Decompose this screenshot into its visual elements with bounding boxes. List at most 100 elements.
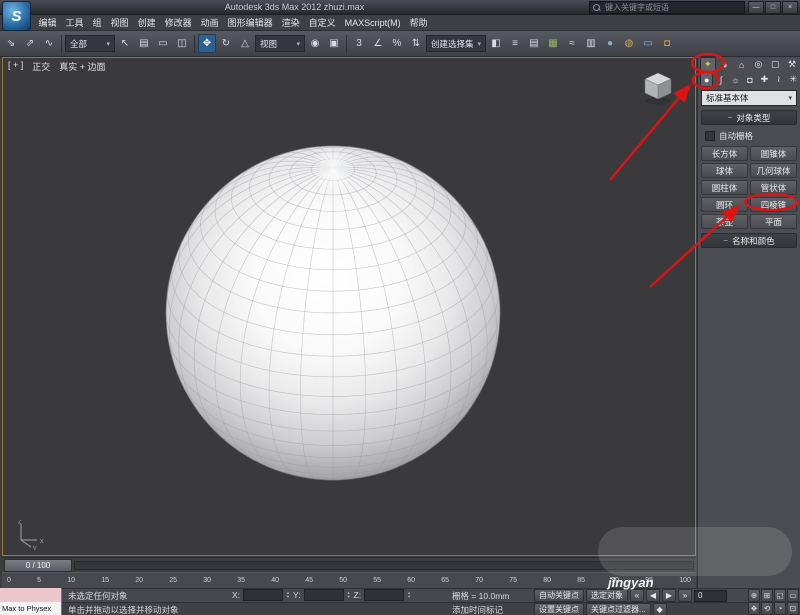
time-slider-track[interactable] [74, 560, 694, 570]
dope-sheet-icon[interactable]: ▥ [582, 34, 600, 53]
maximize-viewport-icon[interactable]: ⊡ [787, 602, 799, 615]
create-tab[interactable]: ✦ [700, 57, 716, 72]
motion-tab[interactable]: ◎ [750, 57, 766, 72]
geosphere-button[interactable]: 几何球体 [750, 163, 797, 178]
app-logo[interactable]: S [2, 1, 31, 31]
select-and-rotate-icon[interactable]: ↻ [217, 34, 235, 53]
layer-manager-icon[interactable]: ▤ [525, 34, 543, 53]
viewport-general-menu[interactable]: [ + ] [8, 60, 23, 73]
named-selection-sets-dropdown[interactable]: 创建选择集 ▾ [426, 35, 487, 52]
select-and-move-icon[interactable]: ✥ [198, 34, 216, 53]
zoom-region-icon[interactable]: ▭ [787, 589, 799, 602]
play-animation-icon[interactable]: ▶ [662, 589, 676, 602]
utilities-tab[interactable]: ⚒ [784, 57, 800, 72]
helpers-category-icon[interactable]: ✚ [758, 72, 771, 87]
menu-item-graph-editors[interactable]: 图形编辑器 [223, 14, 277, 31]
display-tab[interactable]: ▢ [767, 57, 783, 72]
teapot-button[interactable]: 茶壶 [701, 214, 748, 229]
window-crossing-icon[interactable]: ◫ [173, 34, 191, 53]
object-type-rollout[interactable]: − 对象类型 [701, 110, 797, 125]
align-icon[interactable]: ≡ [506, 34, 524, 53]
go-to-end-icon[interactable]: » [678, 589, 692, 602]
maxscript-macro-recorder[interactable] [0, 588, 62, 602]
x-field[interactable] [243, 589, 284, 601]
subcategory-dropdown[interactable]: 标准基本体 ▾ [701, 90, 797, 106]
select-and-scale-icon[interactable]: △ [236, 34, 254, 53]
viewcube[interactable] [639, 68, 679, 108]
close-button[interactable]: × [782, 0, 798, 14]
menu-item-edit[interactable]: 编辑 [34, 14, 61, 31]
z-spinner[interactable]: ▲ ▼ [407, 591, 411, 599]
render-production-icon[interactable]: ◘ [658, 34, 676, 53]
add-time-tag[interactable]: 添加时间标记 [452, 604, 503, 615]
systems-category-icon[interactable]: ✳ [787, 72, 800, 87]
space-warps-category-icon[interactable]: ≀ [772, 72, 785, 87]
key-filters-button[interactable]: 关键点过滤器... [586, 603, 651, 615]
go-to-start-icon[interactable]: « [630, 589, 644, 602]
torus-button[interactable]: 圆环 [701, 197, 748, 212]
hierarchy-tab[interactable]: ⌂ [734, 57, 750, 72]
select-and-link-icon[interactable]: ⇘ [2, 34, 20, 53]
orbit-icon[interactable]: ⟲ [761, 602, 773, 615]
set-key-button[interactable]: 设置关键点 [534, 603, 584, 615]
menu-item-modifiers[interactable]: 修改器 [160, 14, 196, 31]
cone-button[interactable]: 圆锥体 [750, 146, 797, 161]
zoom-icon[interactable]: ⊕ [748, 589, 760, 602]
previous-frame-icon[interactable]: ◀ [646, 589, 660, 602]
menu-item-rendering[interactable]: 渲染 [277, 14, 304, 31]
set-keys-icon[interactable]: ◆ [652, 603, 667, 615]
bind-to-space-warp-icon[interactable]: ∿ [40, 34, 58, 53]
auto-key-button[interactable]: 自动关键点 [534, 589, 584, 602]
viewport-shading-label[interactable]: 真实 + 边面 [59, 60, 105, 73]
angle-snap-icon[interactable]: ∠ [369, 34, 387, 53]
use-pivot-center-icon[interactable]: ◉ [306, 34, 324, 53]
spinner-snap-icon[interactable]: ⇅ [407, 34, 425, 53]
percent-snap-icon[interactable]: % [388, 34, 406, 53]
menu-item-help[interactable]: 帮助 [405, 14, 432, 31]
current-frame-field[interactable]: 0 [694, 589, 727, 602]
graphite-ribbon-icon[interactable]: ▦ [544, 34, 562, 53]
infocenter-search[interactable] [589, 0, 745, 14]
y-field[interactable] [303, 589, 344, 601]
maximize-button[interactable]: □ [765, 0, 781, 14]
menu-item-tools[interactable]: 工具 [61, 14, 88, 31]
viewport-pov-label[interactable]: 正交 [32, 60, 50, 73]
menu-item-maxscript[interactable]: MAXScript(M) [340, 16, 405, 30]
autogrid-checkbox[interactable] [705, 131, 715, 141]
menu-item-animation[interactable]: 动画 [196, 14, 223, 31]
select-and-manipulate-icon[interactable]: ▣ [325, 34, 343, 53]
snaps-toggle-icon[interactable]: 3 [350, 34, 368, 53]
zoom-extents-icon[interactable]: ◱ [774, 589, 786, 602]
render-setup-icon[interactable]: ◍ [620, 34, 638, 53]
box-button[interactable]: 长方体 [701, 146, 748, 161]
sphere-button[interactable]: 球体 [701, 163, 748, 178]
pan-icon[interactable]: ✥ [748, 602, 760, 615]
unlink-selection-icon[interactable]: ⇗ [21, 34, 39, 53]
selected-objects-dropdown[interactable]: 选定对象 [586, 589, 628, 602]
cylinder-button[interactable]: 圆柱体 [701, 180, 748, 195]
shapes-category-icon[interactable]: ∫ [714, 72, 727, 87]
cameras-category-icon[interactable]: ◘ [743, 72, 756, 87]
plane-button[interactable]: 平面 [750, 214, 797, 229]
menu-item-create[interactable]: 创建 [133, 14, 160, 31]
search-input[interactable] [603, 1, 741, 13]
menu-item-customize[interactable]: 自定义 [304, 14, 340, 31]
time-slider-handle[interactable]: 0 / 100 [4, 558, 72, 572]
select-by-name-icon[interactable]: ▤ [135, 34, 153, 53]
lights-category-icon[interactable]: ☼ [729, 72, 742, 87]
field-of-view-icon[interactable]: ◔ [774, 602, 786, 615]
x-spinner[interactable]: ▲ ▼ [286, 591, 290, 599]
rendered-frame-icon[interactable]: ▭ [639, 34, 657, 53]
menu-item-group[interactable]: 组 [88, 14, 106, 31]
reference-coordinate-dropdown[interactable]: 视图 ▾ [255, 35, 305, 52]
mirror-icon[interactable]: ◧ [487, 34, 505, 53]
material-editor-icon[interactable]: ● [601, 34, 619, 53]
geometry-category-icon[interactable]: ● [700, 72, 714, 87]
maxscript-mini-listener[interactable]: Max to Physex [0, 602, 62, 615]
y-spinner[interactable]: ▲ ▼ [347, 591, 351, 599]
minimize-button[interactable]: — [748, 0, 764, 14]
pyramid-button[interactable]: 四棱锥 [750, 197, 797, 212]
modify-tab[interactable]: ◕ [717, 57, 733, 72]
name-color-rollout[interactable]: − 名称和颜色 [701, 233, 797, 248]
viewport-orthographic[interactable]: [ + ] 正交 真实 + 边面 x z y [2, 57, 696, 556]
